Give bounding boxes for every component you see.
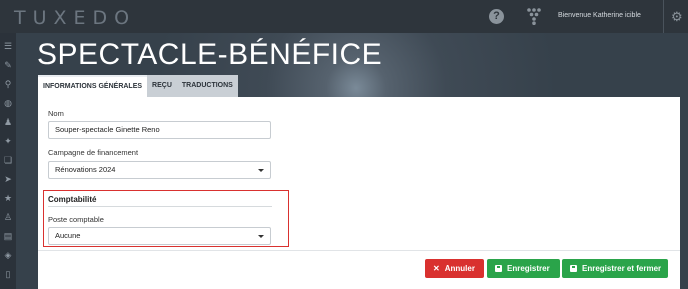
save-icon [570,265,577,272]
campaign-select-value: Rénovations 2024 [55,165,116,174]
top-bar: TUXEDO ? Bienvenue Katherine icible ⚙ [0,0,688,33]
cancel-button[interactable]: ✕ Annuler [425,259,484,278]
save-and-close-button-label: Enregistrer et fermer [582,264,662,273]
tab-recu[interactable]: REÇU [147,75,177,97]
sidebar: ☰ ✎ ⚲ ◍ ♟ ✦ ❏ ➤ ★ ♙ ▤ ◈ ▯ [0,33,16,289]
account-select[interactable]: Aucune [48,227,271,245]
account-label: Poste comptable [48,215,104,224]
coupons-icon[interactable]: ❏ [3,155,13,165]
t-funnel-icon[interactable] [527,8,541,25]
user-plus-icon[interactable]: ♙ [3,212,13,222]
section-divider [48,206,272,207]
tags-icon[interactable]: ◈ [3,250,13,260]
save-icon [495,265,502,272]
page-title: SPECTACLE-BÉNÉFICE [37,38,383,71]
accounting-section-title: Comptabilité [48,195,97,204]
ticket-icon[interactable]: ✎ [3,60,13,70]
tab-informations-generales[interactable]: INFORMATIONS GÉNÉRALES [38,75,148,97]
save-and-close-button[interactable]: Enregistrer et fermer [562,259,668,278]
caret-down-icon [258,169,264,172]
close-icon: ✕ [433,264,440,273]
search-icon[interactable]: ⚲ [3,79,13,89]
gear-icon[interactable]: ⚙ [671,10,684,23]
tuxedo-logo[interactable]: TUXEDO [14,7,136,29]
star-icon[interactable]: ★ [3,193,13,203]
footer-divider [38,250,680,251]
help-icon[interactable]: ? [489,9,504,24]
name-input[interactable]: Souper-spectacle Ginette Reno [48,121,271,139]
save-button-label: Enregistrer [507,264,550,273]
cancel-button-label: Annuler [444,264,475,273]
caret-down-icon [258,235,264,238]
send-icon[interactable]: ➤ [3,174,13,184]
name-label: Nom [48,109,64,118]
campaign-label: Campagne de financement [48,148,139,157]
mobile-icon[interactable]: ▯ [3,269,13,279]
save-button[interactable]: Enregistrer [487,259,560,278]
id-card-icon[interactable]: ▤ [3,231,13,241]
campaign-select[interactable]: Rénovations 2024 [48,161,271,179]
magic-wand-icon[interactable]: ✦ [3,136,13,146]
tab-traductions[interactable]: TRADUCTIONS [176,75,238,97]
users-icon[interactable]: ♟ [3,117,13,127]
menu-icon[interactable]: ☰ [3,41,13,51]
tab-bar: INFORMATIONS GÉNÉRALES REÇU TRADUCTIONS [38,75,238,97]
topbar-divider [663,0,664,33]
palette-icon[interactable]: ◍ [3,98,13,108]
account-select-value: Aucune [55,231,81,240]
welcome-user-menu[interactable]: Bienvenue Katherine icible [558,12,641,19]
